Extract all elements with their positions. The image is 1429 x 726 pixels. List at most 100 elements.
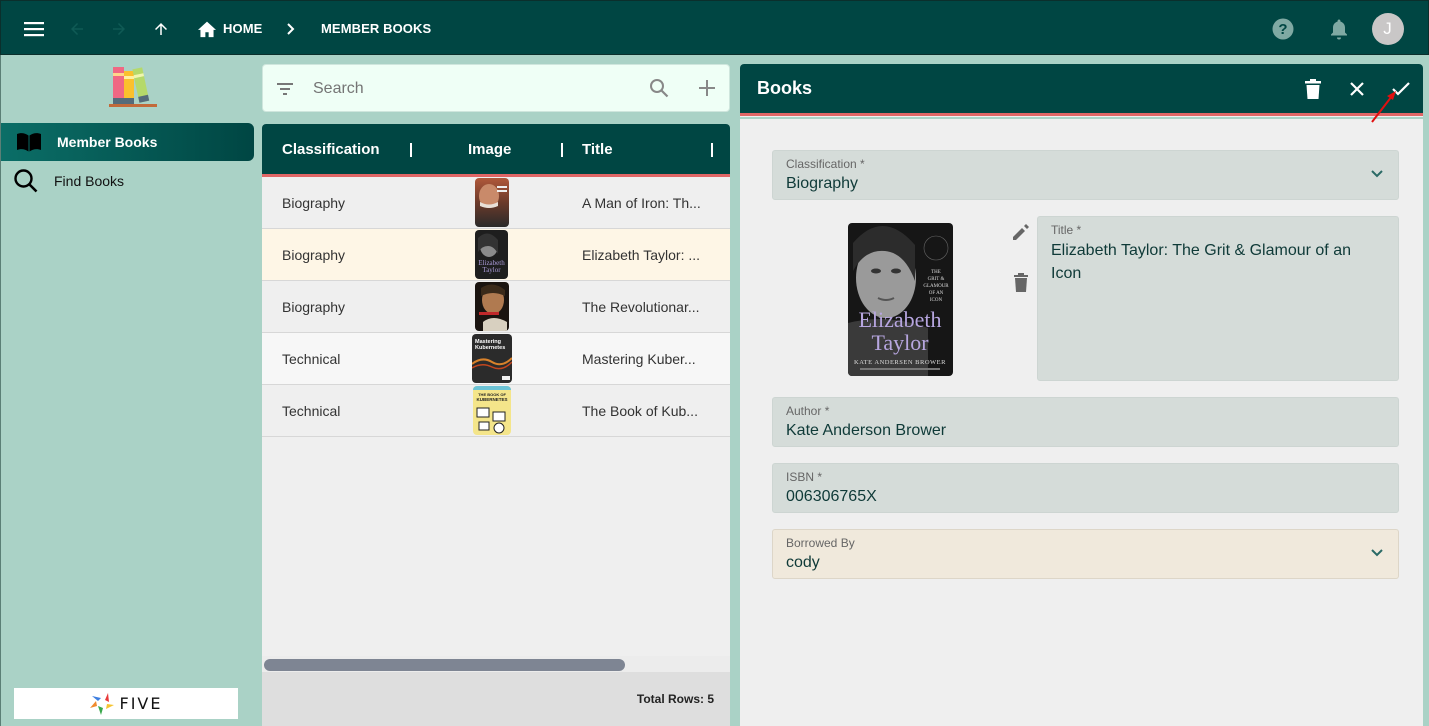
cell-classification: Biography xyxy=(282,246,346,263)
column-resize-handle[interactable] xyxy=(561,143,563,157)
breadcrumb-separator xyxy=(283,1,299,56)
cell-classification: Technical xyxy=(282,402,341,419)
book-thumbnail: Elizabeth Taylor xyxy=(475,230,508,279)
isbn-label: ISBN * xyxy=(786,470,823,484)
add-record-button[interactable] xyxy=(697,78,717,103)
sidebar: Member Books Find Books FIVE xyxy=(0,55,258,726)
filter-icon xyxy=(277,83,293,95)
breadcrumb-current-label: MEMBER BOOKS xyxy=(321,21,432,36)
column-header-image[interactable]: Image xyxy=(468,124,511,174)
five-star-logo-icon xyxy=(89,692,114,715)
borrowed-by-select[interactable]: Borrowed By cody xyxy=(772,529,1399,579)
trash-icon xyxy=(1014,273,1028,292)
forward-arrow-icon xyxy=(113,22,125,35)
breadcrumb-member-books[interactable]: MEMBER BOOKS xyxy=(321,1,431,56)
record-form-panel: Books Classification * Biography THE GRI… xyxy=(740,64,1423,726)
table-row[interactable]: Technical Mastering Kubernetes Mastering … xyxy=(262,333,730,385)
cover-author: KATE ANDERSEN BROWER xyxy=(854,359,946,366)
five-logo-text: FIVE xyxy=(119,694,163,713)
sidebar-item-member-books[interactable]: Member Books xyxy=(1,123,254,161)
isbn-field[interactable]: ISBN * 006306765X xyxy=(772,463,1399,513)
cell-classification: Biography xyxy=(282,298,346,315)
books-logo-icon xyxy=(109,67,157,107)
svg-text:OF AN: OF AN xyxy=(929,291,944,296)
search-bar xyxy=(262,64,730,112)
table-row[interactable]: Technical THE BOOK OF KUBERNETES The Book… xyxy=(262,385,730,437)
open-book-icon xyxy=(17,133,41,152)
delete-record-button[interactable] xyxy=(1298,74,1328,104)
breadcrumb-home-label: HOME xyxy=(223,21,263,36)
borrowed-by-label: Borrowed By xyxy=(786,536,855,550)
search-icon xyxy=(14,169,38,193)
book-cover-image: MasteringKubernetes xyxy=(472,334,512,383)
column-header-title[interactable]: Title xyxy=(582,124,613,174)
records-list-panel: Classification Image Title Biography A M… xyxy=(262,124,730,726)
cell-classification: Technical xyxy=(282,350,341,367)
svg-text:KUBERNETES: KUBERNETES xyxy=(476,397,507,402)
svg-text:Taylor: Taylor xyxy=(482,266,501,274)
horizontal-scrollbar[interactable] xyxy=(262,656,730,672)
annotation-arrow xyxy=(1371,91,1396,123)
title-label: Title * xyxy=(1051,223,1082,237)
app-logo xyxy=(109,64,159,113)
sidebar-item-find-books[interactable]: Find Books xyxy=(1,162,254,200)
search-icon xyxy=(650,79,669,98)
cell-classification: Biography xyxy=(282,194,346,211)
chevron-right-icon xyxy=(287,22,295,35)
bell-icon xyxy=(1331,19,1347,39)
edit-image-button[interactable] xyxy=(1011,222,1031,247)
sidebar-item-label: Find Books xyxy=(54,173,125,189)
sidebar-item-label: Member Books xyxy=(57,134,158,150)
menu-icon xyxy=(24,21,44,36)
forward-button[interactable] xyxy=(105,1,133,56)
close-icon xyxy=(1350,82,1364,96)
cell-title: Elizabeth Taylor: ... xyxy=(582,246,701,263)
remove-image-button[interactable] xyxy=(1014,273,1028,297)
classification-select[interactable]: Classification * Biography xyxy=(772,150,1399,200)
horizontal-scrollbar-thumb[interactable] xyxy=(264,659,625,671)
borrowed-by-value: cody xyxy=(786,554,820,571)
form-header: Books xyxy=(740,64,1423,119)
up-button[interactable] xyxy=(148,1,174,56)
book-cover-image xyxy=(475,178,509,227)
plus-icon xyxy=(699,80,715,96)
author-label: Author * xyxy=(786,404,830,418)
svg-text:GRIT &: GRIT & xyxy=(928,277,945,282)
search-button[interactable] xyxy=(649,78,669,103)
cell-title: The Book of Kub... xyxy=(582,402,698,419)
filter-button[interactable] xyxy=(275,79,295,104)
book-thumbnail: THE BOOK OF KUBERNETES xyxy=(473,386,511,435)
back-arrow-icon xyxy=(71,22,83,35)
title-textarea[interactable]: Title * Elizabeth Taylor: The Grit & Gla… xyxy=(1037,216,1399,381)
up-arrow-icon xyxy=(155,22,167,35)
table-row[interactable]: Biography A Man of Iron: Th... xyxy=(262,177,730,229)
chevron-down-icon xyxy=(1371,549,1383,557)
column-header-classification[interactable]: Classification xyxy=(282,124,380,174)
help-icon: ? xyxy=(1272,18,1294,39)
table-row-selected[interactable]: Biography Elizabeth Taylor Elizabeth Tayl… xyxy=(262,229,730,281)
breadcrumb-home[interactable]: HOME xyxy=(197,1,262,56)
menu-button[interactable] xyxy=(19,1,49,56)
help-button[interactable]: ? xyxy=(1270,1,1296,56)
table-row[interactable]: Biography The Revolutionar... xyxy=(262,281,730,333)
book-cover-image: THE GRIT & GLAMOUR OF AN ICON Elizabeth … xyxy=(848,223,953,376)
book-thumbnail: Mastering Kubernetes xyxy=(472,334,512,383)
svg-text:ICON: ICON xyxy=(930,298,943,303)
classification-value: Biography xyxy=(786,175,859,192)
classification-label: Classification * xyxy=(786,157,865,171)
user-avatar[interactable]: J xyxy=(1371,1,1404,56)
cell-title: A Man of Iron: Th... xyxy=(582,194,701,211)
list-header: Classification Image Title xyxy=(262,124,730,177)
search-input[interactable] xyxy=(313,75,633,103)
book-cover-image xyxy=(475,282,509,331)
svg-text:GLAMOUR: GLAMOUR xyxy=(923,284,949,289)
author-field[interactable]: Author * Kate Anderson Brower xyxy=(772,397,1399,447)
avatar-initial: J xyxy=(1371,12,1404,45)
column-resize-handle[interactable] xyxy=(410,143,412,157)
cell-title: Mastering Kuber... xyxy=(582,350,696,367)
pencil-icon xyxy=(1013,224,1029,240)
back-button[interactable] xyxy=(63,1,91,56)
svg-text:?: ? xyxy=(1278,21,1287,38)
notifications-button[interactable] xyxy=(1327,1,1351,56)
column-resize-handle[interactable] xyxy=(711,143,713,157)
